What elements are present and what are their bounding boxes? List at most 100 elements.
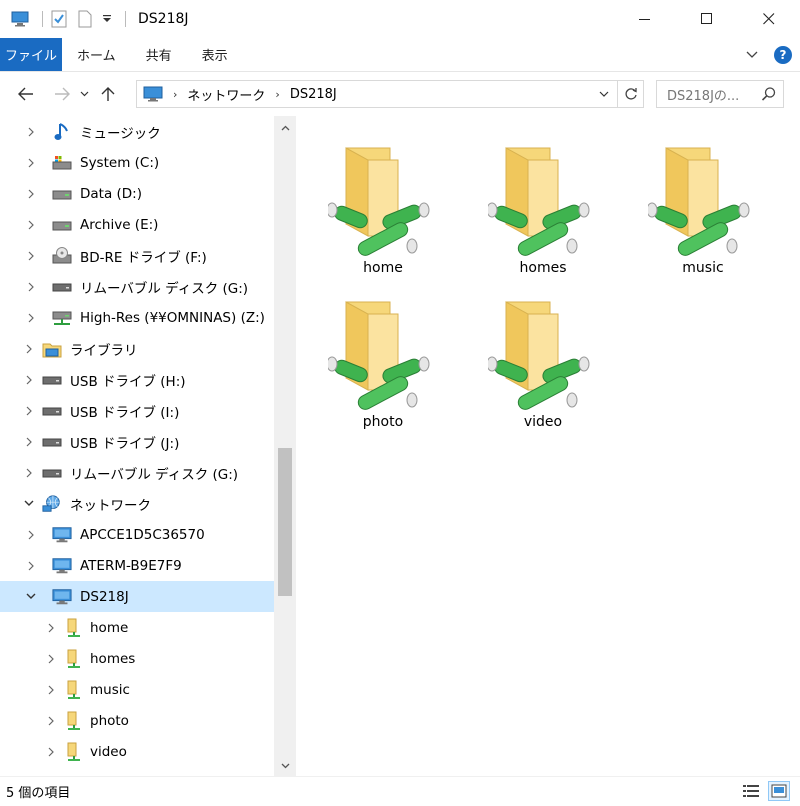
nav-item-g[interactable]: リムーバブル ディスク (G:) [0,271,274,302]
properties-icon[interactable] [49,9,69,29]
chevron-down-icon[interactable] [22,497,36,511]
breadcrumb-ds218j[interactable]: DS218J [284,81,343,107]
chevron-right-icon[interactable] [24,528,38,542]
removable-drive-icon [42,463,62,483]
tab-file[interactable]: ファイル [0,38,62,71]
chevron-right-icon[interactable] [22,404,36,418]
nav-item-label: リムーバブル ディスク (G:) [70,466,239,483]
chevron-right-icon[interactable] [24,311,38,325]
shared-folder-icon [64,711,84,731]
refresh-button[interactable] [617,81,643,107]
folder-tile-homes[interactable]: homes [468,126,618,276]
scroll-down-arrow-icon[interactable] [274,756,296,776]
chevron-right-icon[interactable] [24,249,38,263]
nav-item-music[interactable]: music [0,674,274,705]
expand-ribbon-icon[interactable] [746,48,758,63]
folder-label: video [523,414,563,430]
chevron-right-icon[interactable] [44,621,58,635]
nav-item-[interactable]: ネットワーク [0,488,274,519]
chevron-right-icon[interactable] [24,125,38,139]
address-dropdown-icon[interactable] [593,81,615,107]
breadcrumb-separator-icon[interactable]: › [169,88,181,101]
chevron-right-icon[interactable] [24,156,38,170]
close-button[interactable] [738,0,800,38]
drive-icon [52,184,72,204]
chevron-right-icon[interactable] [44,745,58,759]
chevron-right-icon[interactable] [44,714,58,728]
nav-item-bd-re-f[interactable]: BD-RE ドライブ (F:) [0,240,274,271]
search-icon[interactable] [761,86,777,106]
back-button[interactable] [12,80,40,108]
nav-item-g[interactable]: リムーバブル ディスク (G:) [0,457,274,488]
window-controls [614,0,800,38]
nav-item-label: ミュージック [80,125,161,142]
search-box[interactable]: DS218Jの... [656,80,784,108]
chevron-right-icon[interactable] [24,218,38,232]
nav-item-label: BD-RE ドライブ (F:) [80,249,207,266]
nav-item-label: photo [90,712,129,729]
recent-locations-chevron-icon[interactable] [76,80,92,108]
folder-tile-music[interactable]: music [628,126,778,276]
chevron-right-icon[interactable] [24,559,38,573]
maximize-button[interactable] [676,0,738,38]
nav-item-label: music [90,681,130,698]
tab-view[interactable]: 表示 [187,38,243,71]
chevron-right-icon[interactable] [22,342,36,356]
nav-item-ds218j[interactable]: DS218J [0,581,274,612]
folder-tile-home[interactable]: home [308,126,458,276]
forward-button[interactable] [48,80,76,108]
computer-icon [52,525,72,545]
file-list: home homes music photo video [300,116,800,776]
folder-tile-photo[interactable]: photo [308,280,458,430]
nav-item-video[interactable]: video [0,736,274,767]
nav-item-usb-h[interactable]: USB ドライブ (H:) [0,364,274,395]
chevron-right-icon[interactable] [22,466,36,480]
address-bar[interactable]: › ネットワーク › DS218J [136,80,644,108]
nav-item-homes[interactable]: homes [0,643,274,674]
new-file-icon[interactable] [75,9,95,29]
up-button[interactable] [94,80,122,108]
tab-home[interactable]: ホーム [62,38,131,71]
library-icon [42,339,62,359]
large-icons-view-icon[interactable] [768,781,790,801]
nav-item-apcce1d5c36570[interactable]: APCCE1D5C36570 [0,519,274,550]
nav-scrollbar[interactable] [274,116,296,776]
ribbon-tabs: ファイル ホーム 共有 表示 ? [0,38,800,72]
nav-item-data-d[interactable]: Data (D:) [0,178,274,209]
view-switcher [740,781,790,801]
details-view-icon[interactable] [740,781,762,801]
help-icon[interactable]: ? [774,46,792,64]
nav-item-usb-i[interactable]: USB ドライブ (I:) [0,395,274,426]
nav-item-aterm-b9e7f9[interactable]: ATERM-B9E7F9 [0,550,274,581]
breadcrumb-separator-icon[interactable]: › [271,88,283,101]
chevron-down-icon[interactable] [24,590,38,604]
customize-toolbar-icon[interactable] [101,9,113,29]
chevron-right-icon[interactable] [24,187,38,201]
chevron-right-icon[interactable] [22,373,36,387]
nav-item-label: ネットワーク [70,497,151,514]
nav-item-[interactable]: ミュージック [0,116,274,147]
folder-tile-video[interactable]: video [468,280,618,430]
nav-item-system-c[interactable]: System (C:) [0,147,274,178]
nav-item-usb-j[interactable]: USB ドライブ (J:) [0,426,274,457]
nav-item-label: ATERM-B9E7F9 [80,557,182,574]
chevron-right-icon[interactable] [22,435,36,449]
minimize-button[interactable] [614,0,676,38]
scroll-thumb[interactable] [278,448,292,596]
nav-item-home[interactable]: home [0,612,274,643]
system-drive-icon [52,153,72,173]
removable-drive-icon [42,370,62,390]
nav-item-archive-e[interactable]: Archive (E:) [0,209,274,240]
nav-item-label: Archive (E:) [80,216,159,233]
nav-item-high-res-omninas-z[interactable]: High-Res (¥¥OMNINAS) (Z:) [0,302,274,333]
navigation-pane: ミュージック System (C:) Data (D:) Archive (E:) BD… [0,116,296,776]
tab-share[interactable]: 共有 [131,38,187,71]
search-input[interactable]: DS218Jの... [667,85,739,104]
nav-item-[interactable]: ライブラリ [0,333,274,364]
nav-item-photo[interactable]: photo [0,705,274,736]
scroll-up-arrow-icon[interactable] [274,118,296,138]
chevron-right-icon[interactable] [44,683,58,697]
breadcrumb-network[interactable]: ネットワーク [181,81,271,107]
chevron-right-icon[interactable] [24,280,38,294]
chevron-right-icon[interactable] [44,652,58,666]
